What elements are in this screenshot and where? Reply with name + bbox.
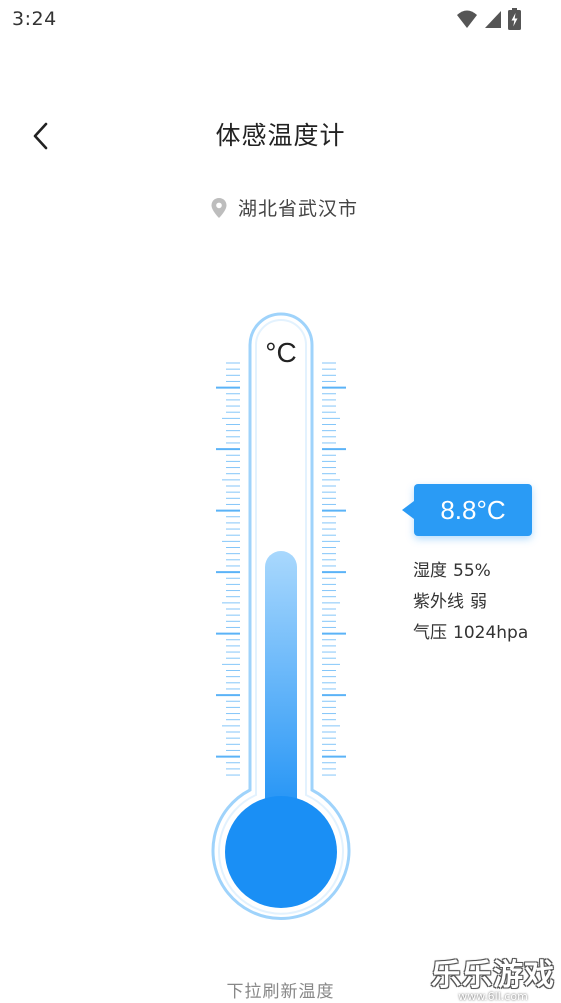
pressure-value: 1024hpa [453, 623, 529, 643]
thermometer-bulb [225, 796, 337, 908]
status-time: 3:24 [12, 8, 57, 30]
location[interactable]: 湖北省武汉市 [210, 194, 358, 221]
signal-icon [485, 11, 501, 28]
scale-left [216, 362, 240, 776]
uv-label: 紫外线 [413, 592, 464, 612]
unit-label: °C [265, 337, 296, 368]
thermometer-inner-outline [218, 319, 344, 915]
weather-info: 湿度 55% 紫外线弱 气压 1024hpa [413, 558, 528, 651]
humidity-label: 湿度 [413, 561, 447, 581]
humidity-value: 55% [453, 561, 491, 581]
page-title: 体感温度计 [215, 121, 346, 150]
pressure-label: 气压 [413, 623, 447, 643]
battery-charging-icon [508, 8, 521, 30]
humidity-row: 湿度 55% [413, 558, 528, 589]
location-pin-icon [211, 197, 227, 218]
wifi-icon [457, 10, 477, 28]
pressure-row: 气压 1024hpa [413, 620, 528, 651]
temp-bubble-arrow [402, 501, 414, 519]
watermark-logo: 乐乐游戏 [431, 958, 555, 993]
location-text: 湖北省武汉市 [238, 198, 359, 220]
uv-value: 弱 [470, 592, 487, 612]
scale-right [322, 362, 346, 776]
watermark: 乐乐游戏 www.6ll.com [431, 950, 555, 1003]
thermometer-mercury [265, 551, 297, 830]
thermometer-outline [211, 312, 351, 920]
status-icons [456, 8, 521, 30]
uv-row: 紫外线弱 [413, 589, 528, 620]
status-bar: 3:24 [0, 0, 561, 38]
temperature-badge: 8.8°C [414, 484, 532, 536]
